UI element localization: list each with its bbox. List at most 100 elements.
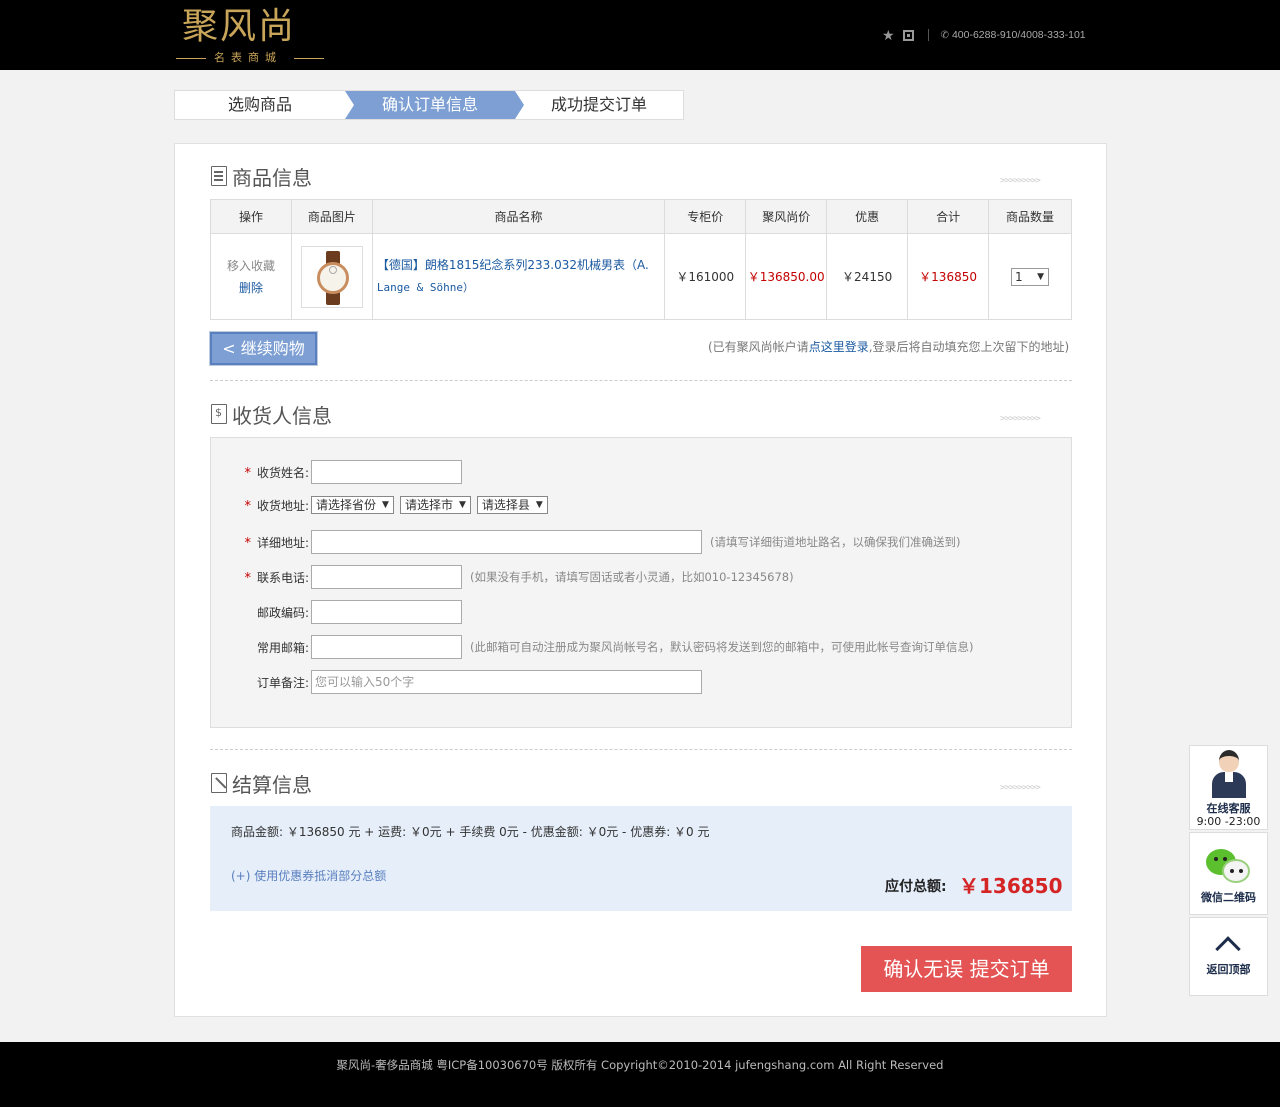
product-table: 操作 商品图片 商品名称 专柜价 聚风尚价 优惠 合计 商品数量 移入收藏 删除	[210, 199, 1072, 320]
wechat-icon	[1206, 847, 1252, 887]
email-hint: (此邮箱可自动注册成为聚风尚帐号名，默认密码将发送到您的邮箱中，可使用此帐号查询…	[470, 640, 974, 654]
logo-line-left	[176, 58, 206, 59]
back-to-top-widget[interactable]: 返回顶部	[1189, 917, 1268, 996]
wechat-label: 微信二维码	[1201, 891, 1256, 904]
cell-discount: ￥24150	[826, 233, 909, 320]
cell-counter-price: ￥161000	[664, 233, 747, 320]
county-select[interactable]: 请选择县 ▼	[476, 496, 548, 514]
wechat-qrcode-widget[interactable]: 微信二维码	[1189, 832, 1268, 915]
receiver-section-label: 收货人信息	[232, 403, 332, 428]
name-label: 收货姓名:	[256, 465, 309, 480]
service-avatar-icon	[1212, 748, 1246, 798]
step-arrow-2	[515, 91, 524, 119]
product-section-title: 商品信息	[211, 162, 312, 190]
detail-hint: (请填写详细街道地址路名，以确保我们准确送到)	[710, 535, 961, 549]
section-chevrons: >>>>>>>>>	[1000, 176, 1041, 186]
province-select[interactable]: 请选择省份 ▼	[311, 496, 394, 514]
receiver-form: * 收货姓名: * 收货地址: 请选择省份 ▼ 请选择市 ▼ 请选择县 ▼ * 详细地址: …	[210, 437, 1072, 728]
product-image[interactable]	[300, 245, 363, 308]
login-tip-post: ,登录后将自动填充您上次留下的地址)	[868, 340, 1070, 354]
header-divider	[927, 29, 929, 41]
email-input[interactable]	[311, 635, 462, 659]
required-mark: *	[244, 465, 251, 481]
site-logo[interactable]: 聚风尚 名表商城	[176, 6, 326, 66]
online-service-label: 在线客服	[1206, 802, 1251, 815]
cell-operation: 移入收藏 删除	[210, 233, 292, 320]
col-total: 合计	[907, 199, 990, 234]
detail-label: 详细地址:	[256, 535, 309, 550]
quantity-select[interactable]: 1 ▼	[1011, 267, 1050, 286]
step-confirm-order: 确认订单信息	[345, 91, 515, 119]
detail-address-input[interactable]	[311, 530, 702, 554]
required-mark: *	[244, 535, 251, 551]
wechat-dot	[1239, 869, 1243, 873]
settlement-summary: 商品金额: ￥136850 元 + 运费: ￥0元 + 手续费 0元 - 优惠金…	[231, 825, 710, 839]
logo-line-right	[294, 58, 324, 59]
qrcode-icon[interactable]	[902, 29, 914, 41]
step-arrow-1	[345, 91, 354, 119]
cell-total: ￥136850	[907, 233, 990, 320]
section-divider-2	[210, 749, 1072, 750]
phone-hint: (如果没有手机，请填写固话或者小灵通，比如010-12345678)	[470, 570, 794, 584]
zip-label: 邮政编码:	[256, 605, 309, 620]
table-header-row: 操作 商品图片 商品名称 专柜价 聚风尚价 优惠 合计 商品数量	[210, 199, 1072, 234]
avatar-head	[1219, 750, 1239, 772]
product-name-en[interactable]: Lange & Söhne）	[377, 281, 474, 294]
city-select[interactable]: 请选择市 ▼	[399, 496, 471, 514]
phone-label: 联系电话:	[256, 570, 309, 585]
site-header: 聚风尚 名表商城 ★ ✆ 400-6288-910/4008-333-101	[0, 0, 1280, 70]
back-to-top-label: 返回顶部	[1206, 963, 1251, 976]
total-label: 应付总额:	[885, 879, 947, 895]
chevron-down-icon: ▼	[535, 500, 543, 510]
cell-product-name[interactable]: 【德国】朗格1815纪念系列233.032机械男表（A. Lange & Söh…	[371, 233, 666, 320]
watch-subdial	[328, 265, 337, 274]
product-name-cn[interactable]: 【德国】朗格1815纪念系列233.032机械男表（A.	[377, 258, 649, 272]
col-quantity: 商品数量	[988, 199, 1072, 234]
order-note-input[interactable]: 您可以输入50个字	[311, 670, 702, 694]
checkout-steps: 选购商品 确认订单信息 成功提交订单	[174, 90, 684, 120]
settle-section-label: 结算信息	[232, 772, 312, 797]
favorite-star-icon[interactable]: ★	[882, 27, 895, 44]
money-icon	[211, 404, 227, 424]
cell-quantity: 1 ▼	[988, 233, 1072, 320]
delete-link[interactable]: 删除	[211, 277, 291, 299]
table-row: 移入收藏 删除 【德国】朗格1815纪念系列233.032机械男表（A. Lan…	[210, 233, 1072, 320]
step-submit-success: 成功提交订单	[550, 95, 647, 114]
chevron-down-icon: ▼	[458, 500, 466, 510]
note-label: 订单备注:	[256, 675, 309, 690]
use-coupon-link[interactable]: (+) 使用优惠券抵消部分总额	[231, 867, 386, 884]
continue-shopping-button[interactable]: < 继续购物	[209, 331, 318, 366]
receiver-name-input[interactable]	[311, 460, 462, 484]
phone-icon: ✆	[940, 29, 949, 41]
online-service-widget[interactable]: 在线客服 9:00 -23:00	[1189, 745, 1268, 830]
login-link[interactable]: 点这里登录	[809, 340, 869, 354]
logo-sub-text: 名表商城	[214, 51, 282, 64]
col-operation: 操作	[210, 199, 292, 234]
chevron-down-icon: ▼	[1037, 271, 1045, 282]
city-value: 请选择市	[404, 498, 453, 512]
row-note: 订单备注: 您可以输入50个字	[211, 670, 702, 694]
zip-input[interactable]	[311, 600, 462, 624]
phone-input[interactable]	[311, 565, 462, 589]
province-value: 请选择省份	[316, 498, 377, 512]
submit-order-button[interactable]: 确认无误 提交订单	[861, 946, 1072, 992]
email-label: 常用邮箱:	[256, 640, 309, 655]
header-right: ★ ✆ 400-6288-910/4008-333-101	[882, 27, 1086, 43]
avatar-collar	[1225, 772, 1233, 782]
document-icon	[211, 166, 227, 186]
col-image: 商品图片	[290, 199, 373, 234]
chevron-up-icon	[1215, 936, 1241, 962]
edit-icon	[211, 773, 227, 793]
cell-our-price: ￥136850.00	[745, 233, 828, 320]
col-counter-price: 专柜价	[664, 199, 747, 234]
col-discount: 优惠	[826, 199, 909, 234]
step-select-goods: 选购商品	[227, 95, 292, 114]
move-to-favorites-link[interactable]: 移入收藏	[211, 255, 291, 277]
required-mark: *	[244, 570, 251, 586]
product-section-label: 商品信息	[232, 165, 312, 190]
service-hours: 9:00 -23:00	[1196, 815, 1261, 828]
logo-sub: 名表商城	[176, 51, 326, 65]
settle-section-title: 结算信息	[211, 769, 312, 797]
county-value: 请选择县	[481, 498, 530, 512]
login-tip: (已有聚风尚帐户请点这里登录,登录后将自动填充您上次留下的地址)	[708, 338, 1069, 355]
